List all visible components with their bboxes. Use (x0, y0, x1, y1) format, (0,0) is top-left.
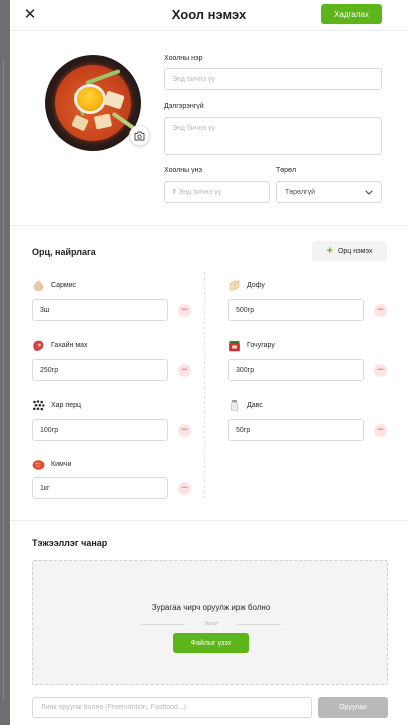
remove-ingredient-button[interactable]: − (374, 304, 387, 317)
food-photo[interactable] (45, 55, 150, 151)
ingredient-label-row: Гочугару (228, 339, 275, 352)
name-input[interactable] (164, 68, 382, 90)
egg (77, 87, 103, 111)
ingredient-label-row: Дофу (228, 279, 265, 292)
ingredient-name: Сармис (51, 282, 77, 289)
ingredient-name: Кимчи (51, 461, 72, 468)
ingredient-label-row: Хар перц (32, 399, 81, 412)
chevron-down-icon (365, 189, 373, 195)
type-label: Төрөл (276, 167, 297, 174)
ingredient-name: Дофу (247, 282, 265, 289)
remove-ingredient-button[interactable]: − (374, 364, 387, 377)
tofu-piece (103, 90, 125, 110)
name-label: Хоолны нэр (164, 55, 203, 62)
pepper-icon (33, 400, 45, 411)
column-divider (204, 272, 205, 498)
ingredient-label-row: Гахайн мах (32, 339, 88, 352)
kimchi-icon (32, 460, 45, 470)
price-input[interactable] (164, 181, 270, 203)
add-ingredient-label: Орц нэмэх (337, 247, 373, 255)
ingredient-label-row: Давс (228, 399, 263, 412)
tofu-piece (71, 114, 89, 132)
ingredient-label-row: Кимчи (32, 458, 71, 471)
remove-ingredient-button[interactable]: − (178, 482, 191, 495)
description-input[interactable] (164, 117, 382, 155)
remove-ingredient-button[interactable]: − (178, 304, 191, 317)
type-select[interactable]: Төрөлгүй (276, 181, 382, 203)
ingredient-quantity-input[interactable] (228, 299, 364, 321)
scallion (85, 68, 121, 86)
ingredient-quantity-input[interactable] (32, 419, 168, 441)
drop-text: Зурагаа чирч оруулж ирж болно (151, 603, 271, 612)
ingredient-name: Гочугару (247, 342, 275, 349)
camera-icon[interactable] (129, 125, 150, 146)
remove-ingredient-button[interactable]: − (178, 364, 191, 377)
or-text: Эсвэл (203, 621, 219, 627)
add-ingredient-button[interactable]: + Орц нэмэх (312, 241, 387, 261)
camera-glyph (134, 131, 145, 140)
remove-ingredient-button[interactable]: − (178, 424, 191, 437)
stew (55, 65, 139, 141)
ingredient-name: Гахайн мах (51, 342, 88, 349)
ingredient-quantity-input[interactable] (228, 419, 364, 441)
type-value: Төрөлгүй (285, 188, 316, 196)
nutrition-title: Тэжээллэг чанар (32, 538, 108, 548)
browse-file-button[interactable]: Файлыг үзэх (173, 633, 249, 653)
food-image (45, 55, 141, 151)
description-label: Дэлгэрэнгүй (164, 103, 204, 110)
ingredients-title: Орц, найрлага (32, 247, 96, 257)
add-food-panel: ✕ Хоол нэмэх Хадгалах Хоолны нэр Дэлгэрэ… (10, 0, 408, 725)
ingredient-quantity-input[interactable] (228, 359, 364, 381)
section-divider (10, 225, 408, 226)
background-edge (0, 0, 10, 725)
tofu-piece (93, 113, 113, 130)
link-input[interactable] (32, 697, 312, 718)
submit-link-button[interactable]: Оруулах (318, 697, 388, 718)
image-dropzone[interactable]: Зурагаа чирч оруулж ирж болно Эсвэл Файл… (32, 560, 388, 685)
garlic-icon (33, 280, 44, 291)
remove-ingredient-button[interactable]: − (374, 424, 387, 437)
tofu-icon (229, 280, 240, 291)
header: ✕ Хоол нэмэх Хадгалах (10, 0, 408, 31)
ingredient-quantity-input[interactable] (32, 477, 168, 499)
ingredient-quantity-input[interactable] (32, 359, 168, 381)
section-divider (10, 520, 408, 521)
save-button[interactable]: Хадгалах (321, 4, 382, 24)
price-label: Хоолны үнэ (164, 167, 203, 174)
ingredient-label-row: Сармис (32, 279, 76, 292)
plus-icon: + (326, 245, 333, 257)
ingredient-name: Давс (247, 402, 263, 409)
ingredient-name: Хар перц (51, 402, 81, 409)
salt-icon (230, 400, 239, 411)
chili-powder-icon (229, 341, 240, 352)
or-divider-line (237, 624, 281, 625)
edge-line (3, 60, 4, 700)
ingredient-quantity-input[interactable] (32, 299, 168, 321)
meat-icon (33, 340, 44, 351)
